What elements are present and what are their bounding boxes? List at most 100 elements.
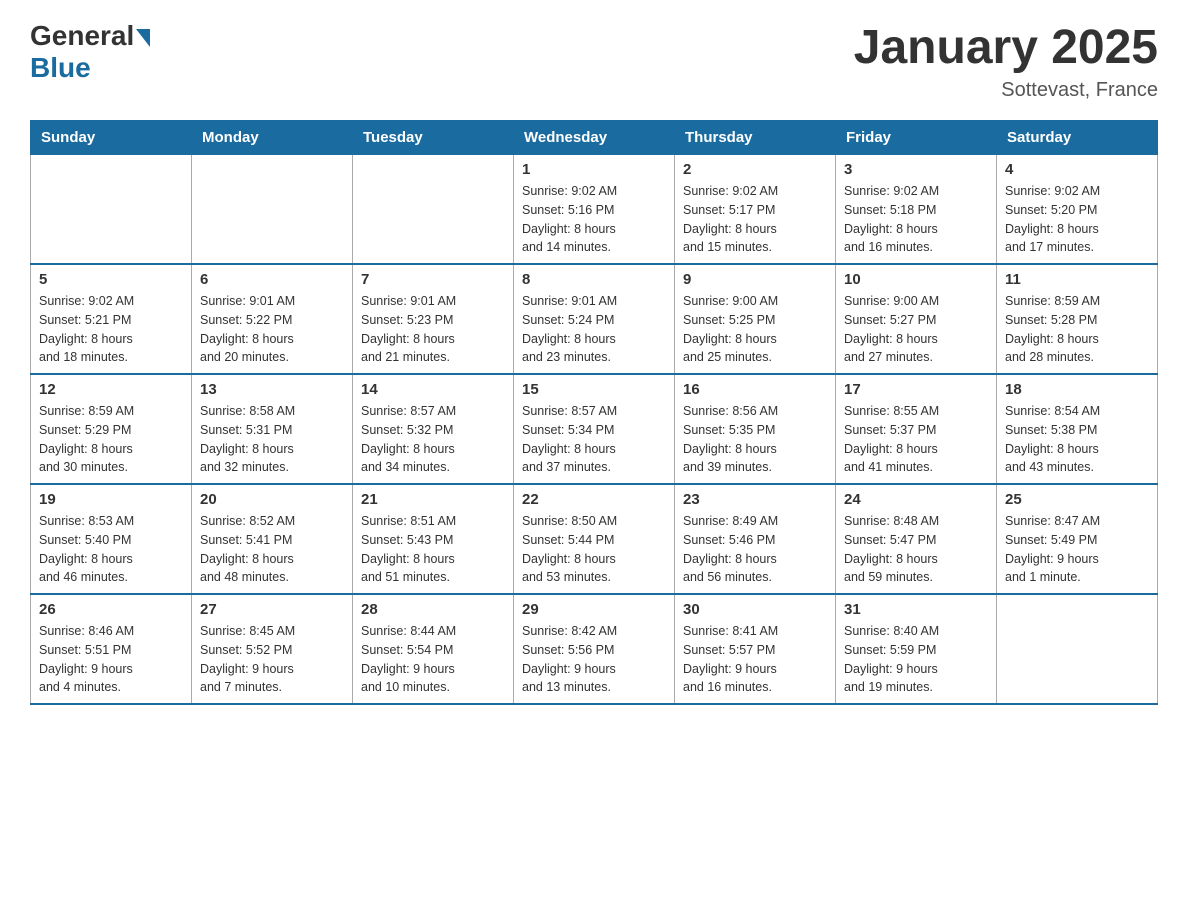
- day-info: Sunrise: 9:02 AM Sunset: 5:18 PM Dayligh…: [844, 182, 988, 257]
- day-cell: 28 Sunrise: 8:44 AM Sunset: 5:54 PM Dayli…: [353, 594, 514, 704]
- day-info: Sunrise: 8:40 AM Sunset: 5:59 PM Dayligh…: [844, 622, 988, 697]
- day-info: Sunrise: 8:41 AM Sunset: 5:57 PM Dayligh…: [683, 622, 827, 697]
- day-info: Sunrise: 8:47 AM Sunset: 5:49 PM Dayligh…: [1005, 512, 1149, 587]
- day-number: 23: [683, 491, 827, 508]
- day-info: Sunrise: 9:02 AM Sunset: 5:16 PM Dayligh…: [522, 182, 666, 257]
- day-info: Sunrise: 8:46 AM Sunset: 5:51 PM Dayligh…: [39, 622, 183, 697]
- day-info: Sunrise: 8:51 AM Sunset: 5:43 PM Dayligh…: [361, 512, 505, 587]
- day-info: Sunrise: 8:42 AM Sunset: 5:56 PM Dayligh…: [522, 622, 666, 697]
- day-number: 3: [844, 161, 988, 178]
- day-cell: 25 Sunrise: 8:47 AM Sunset: 5:49 PM Dayli…: [997, 484, 1158, 594]
- day-number: 27: [200, 601, 344, 618]
- day-cell: 19Sunrise: 8:53 AM Sunset: 5:40 PM Dayli…: [31, 484, 192, 594]
- day-info: Sunrise: 8:52 AM Sunset: 5:41 PM Dayligh…: [200, 512, 344, 587]
- day-cell: 2 Sunrise: 9:02 AM Sunset: 5:17 PM Daylig…: [675, 155, 836, 265]
- header-cell-friday: Friday: [836, 121, 997, 155]
- day-cell: 23 Sunrise: 8:49 AM Sunset: 5:46 PM Dayli…: [675, 484, 836, 594]
- day-number: 17: [844, 381, 988, 398]
- day-info: Sunrise: 8:54 AM Sunset: 5:38 PM Dayligh…: [1005, 402, 1149, 477]
- week-row-3: 12 Sunrise: 8:59 AM Sunset: 5:29 PM Dayli…: [31, 374, 1158, 484]
- day-number: 28: [361, 601, 505, 618]
- day-info: Sunrise: 8:53 AM Sunset: 5:40 PM Dayligh…: [39, 512, 183, 587]
- day-cell: 30 Sunrise: 8:41 AM Sunset: 5:57 PM Dayli…: [675, 594, 836, 704]
- day-cell: 4 Sunrise: 9:02 AM Sunset: 5:20 PM Daylig…: [997, 155, 1158, 265]
- day-number: 30: [683, 601, 827, 618]
- day-cell: 5Sunrise: 9:02 AM Sunset: 5:21 PM Daylig…: [31, 264, 192, 374]
- header-cell-saturday: Saturday: [997, 121, 1158, 155]
- day-cell: 7 Sunrise: 9:01 AM Sunset: 5:23 PM Daylig…: [353, 264, 514, 374]
- day-number: 7: [361, 271, 505, 288]
- page-subtitle: Sottevast, France: [854, 79, 1158, 102]
- day-cell: 21 Sunrise: 8:51 AM Sunset: 5:43 PM Dayli…: [353, 484, 514, 594]
- day-number: 8: [522, 271, 666, 288]
- day-cell: 11 Sunrise: 8:59 AM Sunset: 5:28 PM Dayli…: [997, 264, 1158, 374]
- day-number: 31: [844, 601, 988, 618]
- day-cell: 22Sunrise: 8:50 AM Sunset: 5:44 PM Dayli…: [514, 484, 675, 594]
- day-info: Sunrise: 8:57 AM Sunset: 5:34 PM Dayligh…: [522, 402, 666, 477]
- calendar-table: SundayMondayTuesdayWednesdayThursdayFrid…: [30, 120, 1158, 705]
- day-cell: 10Sunrise: 9:00 AM Sunset: 5:27 PM Dayli…: [836, 264, 997, 374]
- header-cell-sunday: Sunday: [31, 121, 192, 155]
- day-number: 13: [200, 381, 344, 398]
- calendar-body: 1 Sunrise: 9:02 AM Sunset: 5:16 PM Daylig…: [31, 155, 1158, 705]
- logo: General Blue: [30, 20, 150, 84]
- day-cell: 8 Sunrise: 9:01 AM Sunset: 5:24 PM Daylig…: [514, 264, 675, 374]
- day-number: 21: [361, 491, 505, 508]
- day-number: 24: [844, 491, 988, 508]
- week-row-5: 26Sunrise: 8:46 AM Sunset: 5:51 PM Dayli…: [31, 594, 1158, 704]
- day-number: 12: [39, 381, 183, 398]
- day-cell: [192, 155, 353, 265]
- day-info: Sunrise: 8:48 AM Sunset: 5:47 PM Dayligh…: [844, 512, 988, 587]
- day-info: Sunrise: 8:57 AM Sunset: 5:32 PM Dayligh…: [361, 402, 505, 477]
- header: General Blue January 2025 Sottevast, Fra…: [30, 20, 1158, 102]
- calendar-header: SundayMondayTuesdayWednesdayThursdayFrid…: [31, 121, 1158, 155]
- day-number: 14: [361, 381, 505, 398]
- day-number: 11: [1005, 271, 1149, 288]
- header-cell-wednesday: Wednesday: [514, 121, 675, 155]
- day-info: Sunrise: 9:02 AM Sunset: 5:17 PM Dayligh…: [683, 182, 827, 257]
- week-row-2: 5Sunrise: 9:02 AM Sunset: 5:21 PM Daylig…: [31, 264, 1158, 374]
- day-number: 2: [683, 161, 827, 178]
- page-title: January 2025: [854, 20, 1158, 75]
- day-info: Sunrise: 8:58 AM Sunset: 5:31 PM Dayligh…: [200, 402, 344, 477]
- day-number: 29: [522, 601, 666, 618]
- day-info: Sunrise: 8:45 AM Sunset: 5:52 PM Dayligh…: [200, 622, 344, 697]
- day-cell: 16 Sunrise: 8:56 AM Sunset: 5:35 PM Dayli…: [675, 374, 836, 484]
- logo-blue-text: Blue: [30, 52, 91, 84]
- day-info: Sunrise: 8:59 AM Sunset: 5:29 PM Dayligh…: [39, 402, 183, 477]
- header-cell-thursday: Thursday: [675, 121, 836, 155]
- day-info: Sunrise: 9:00 AM Sunset: 5:25 PM Dayligh…: [683, 292, 827, 367]
- day-cell: 17 Sunrise: 8:55 AM Sunset: 5:37 PM Dayli…: [836, 374, 997, 484]
- header-row: SundayMondayTuesdayWednesdayThursdayFrid…: [31, 121, 1158, 155]
- day-info: Sunrise: 9:01 AM Sunset: 5:24 PM Dayligh…: [522, 292, 666, 367]
- logo-general-text: General: [30, 20, 134, 52]
- day-info: Sunrise: 8:56 AM Sunset: 5:35 PM Dayligh…: [683, 402, 827, 477]
- day-number: 20: [200, 491, 344, 508]
- day-cell: 13 Sunrise: 8:58 AM Sunset: 5:31 PM Dayli…: [192, 374, 353, 484]
- day-info: Sunrise: 8:44 AM Sunset: 5:54 PM Dayligh…: [361, 622, 505, 697]
- page: General Blue January 2025 Sottevast, Fra…: [0, 0, 1188, 725]
- week-row-1: 1 Sunrise: 9:02 AM Sunset: 5:16 PM Daylig…: [31, 155, 1158, 265]
- day-cell: 24 Sunrise: 8:48 AM Sunset: 5:47 PM Dayli…: [836, 484, 997, 594]
- day-number: 15: [522, 381, 666, 398]
- day-info: Sunrise: 8:49 AM Sunset: 5:46 PM Dayligh…: [683, 512, 827, 587]
- day-info: Sunrise: 9:02 AM Sunset: 5:21 PM Dayligh…: [39, 292, 183, 367]
- day-cell: 15 Sunrise: 8:57 AM Sunset: 5:34 PM Dayli…: [514, 374, 675, 484]
- day-cell: 14 Sunrise: 8:57 AM Sunset: 5:32 PM Dayli…: [353, 374, 514, 484]
- day-cell: 6Sunrise: 9:01 AM Sunset: 5:22 PM Daylig…: [192, 264, 353, 374]
- day-cell: [31, 155, 192, 265]
- logo-triangle-icon: [136, 29, 150, 47]
- day-cell: 29 Sunrise: 8:42 AM Sunset: 5:56 PM Dayli…: [514, 594, 675, 704]
- day-info: Sunrise: 9:01 AM Sunset: 5:23 PM Dayligh…: [361, 292, 505, 367]
- day-number: 4: [1005, 161, 1149, 178]
- day-info: Sunrise: 8:59 AM Sunset: 5:28 PM Dayligh…: [1005, 292, 1149, 367]
- day-number: 16: [683, 381, 827, 398]
- day-number: 1: [522, 161, 666, 178]
- day-number: 9: [683, 271, 827, 288]
- day-cell: 31 Sunrise: 8:40 AM Sunset: 5:59 PM Dayli…: [836, 594, 997, 704]
- header-cell-monday: Monday: [192, 121, 353, 155]
- day-number: 25: [1005, 491, 1149, 508]
- day-number: 10: [844, 271, 988, 288]
- day-info: Sunrise: 9:02 AM Sunset: 5:20 PM Dayligh…: [1005, 182, 1149, 257]
- day-info: Sunrise: 8:55 AM Sunset: 5:37 PM Dayligh…: [844, 402, 988, 477]
